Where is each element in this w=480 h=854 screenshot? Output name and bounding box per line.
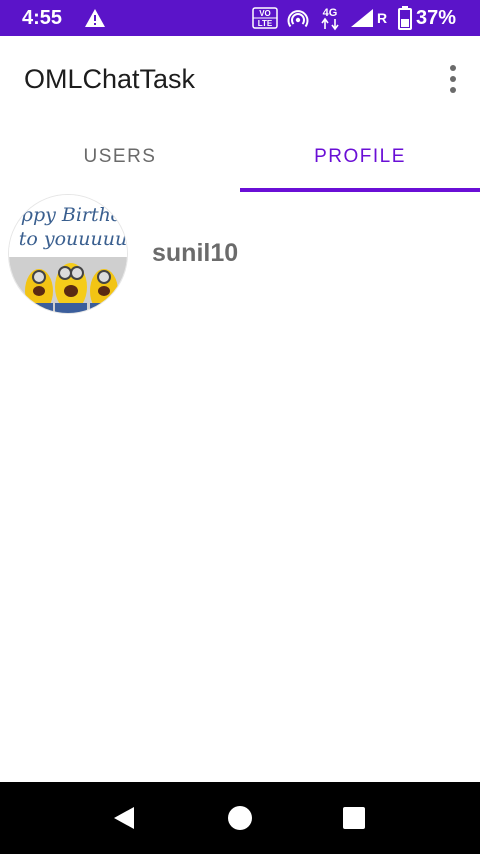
recents-square-icon[interactable]	[338, 802, 370, 834]
back-triangle-icon[interactable]	[108, 802, 140, 834]
app-bar: OMLChatTask	[0, 36, 480, 122]
more-vert-icon[interactable]	[446, 64, 460, 94]
volte-bottom-text: LTE	[258, 19, 273, 28]
battery-icon	[398, 6, 412, 30]
alert-icon	[85, 9, 105, 27]
profile-username: sunil10	[152, 239, 239, 267]
tab-bar: USERS PROFILE	[0, 122, 480, 192]
hotspot-icon	[287, 10, 309, 28]
network-type-icon: 4G	[321, 7, 339, 31]
volte-top-text: VO	[259, 9, 271, 18]
signal-icon	[351, 9, 373, 27]
tab-users[interactable]: USERS	[0, 122, 240, 192]
system-nav-bar	[0, 782, 480, 854]
tab-users-label: USERS	[83, 146, 157, 167]
app-title: OMLChatTask	[24, 64, 196, 94]
roaming-indicator: R	[377, 10, 388, 26]
avatar-image: Happy Birthday to youuuuu	[9, 195, 128, 313]
tab-profile[interactable]: PROFILE	[240, 122, 480, 192]
avatar: Happy Birthday to youuuuu	[8, 194, 128, 314]
avatar-caption-line1: Happy Birthday	[9, 204, 128, 226]
battery-percentage: 37%	[416, 7, 457, 29]
tab-profile-label: PROFILE	[314, 146, 406, 167]
status-time: 4:55	[22, 7, 63, 29]
home-circle-icon[interactable]	[224, 802, 256, 834]
profile-row: Happy Birthday to youuuuu sunil10	[0, 192, 480, 316]
network-type-text: 4G	[323, 7, 338, 19]
volte-icon: VO LTE	[252, 7, 278, 29]
avatar-caption-line2: to youuuuu	[19, 228, 127, 250]
status-bar: 4:55 VO LTE 4G R 37%	[0, 0, 480, 36]
